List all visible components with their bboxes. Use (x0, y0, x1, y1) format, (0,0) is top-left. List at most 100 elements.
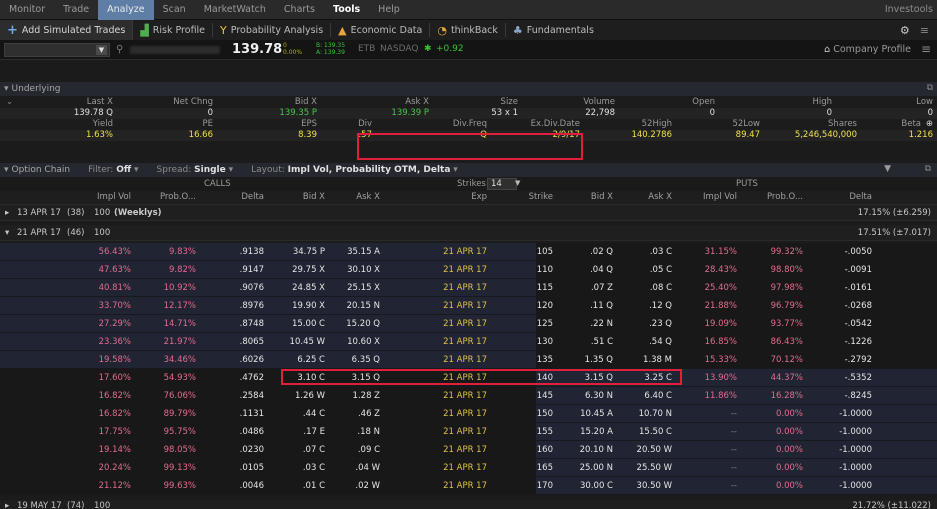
call-ask[interactable]: 10.60 X (347, 333, 380, 351)
col-put-delta[interactable]: Delta (849, 192, 872, 203)
put-ask[interactable]: .12 Q (649, 297, 672, 315)
put-ask[interactable]: 20.50 W (637, 441, 672, 459)
layout-control[interactable]: Layout: Impl Vol, Probability OTM, Delta… (247, 165, 458, 175)
expiration-row-19may17[interactable]: ▸ 19 MAY 17 (74) 100 21.72% (±11.022) (0, 500, 937, 509)
option-row[interactable]: 27.29% 14.71% .8748 15.00 C 15.20 Q 21 APR 17… (0, 315, 937, 333)
col-strike[interactable]: Strike (529, 192, 553, 203)
expiration-row-13apr17[interactable]: ▸ 13 APR 17 (38) 100 (Weeklys) 17.15% (±… (0, 205, 937, 221)
chevron-down-icon[interactable]: ▼ (515, 178, 520, 188)
gear-icon[interactable]: ⚙ (900, 24, 910, 37)
option-row[interactable]: 19.58% 34.46% .6026 6.25 C 6.35 Q 21 APR 17 13… (0, 351, 937, 369)
expand-icon[interactable]: ▸ (5, 500, 9, 509)
option-row[interactable]: 16.82% 76.06% .2584 1.26 W 1.28 Z 21 APR 17 14… (0, 387, 937, 405)
info-icon[interactable]: ⊕ (926, 119, 933, 130)
strikes-select[interactable]: 14 (487, 178, 517, 190)
put-bid[interactable]: 30.00 C (580, 477, 613, 495)
call-bid[interactable]: .03 C (303, 459, 325, 477)
call-bid[interactable]: 19.90 X (292, 297, 325, 315)
put-ask[interactable]: 25.50 W (637, 459, 672, 477)
option-row[interactable]: 23.36% 21.97% .8065 10.45 W 10.60 X 21 APR 17… (0, 333, 937, 351)
put-bid[interactable]: .22 N (590, 315, 613, 333)
put-bid[interactable]: .07 Z (591, 279, 613, 297)
option-row[interactable]: 20.24% 99.13% .0105 .03 C .04 W 21 APR 17 165 2… (0, 459, 937, 477)
economic-data-tab[interactable]: ▲ Economic Data (331, 20, 429, 40)
filter-control[interactable]: Filter: Off ▾ (84, 165, 138, 175)
risk-profile-tab[interactable]: ▟ Risk Profile (133, 20, 212, 40)
expand-icon[interactable]: ▸ (5, 205, 9, 221)
put-ask[interactable]: 30.50 W (637, 477, 672, 495)
call-ask[interactable]: 35.15 A (347, 243, 380, 261)
collapse-icon[interactable]: ▾ (5, 225, 9, 241)
menu-marketwatch[interactable]: MarketWatch (195, 0, 275, 20)
put-bid[interactable]: .11 Q (590, 297, 613, 315)
call-bid[interactable]: 15.00 C (292, 315, 325, 333)
put-ask[interactable]: .08 C (650, 279, 672, 297)
menu-scan[interactable]: Scan (154, 0, 195, 20)
call-ask[interactable]: .04 W (355, 459, 380, 477)
put-bid[interactable]: 15.20 A (580, 423, 613, 441)
put-ask[interactable]: 15.50 C (639, 423, 672, 441)
call-bid[interactable]: 1.26 W (295, 387, 325, 405)
filter-funnel-icon[interactable]: ▼ (884, 164, 891, 174)
call-bid[interactable]: 24.85 X (292, 279, 325, 297)
put-bid[interactable]: 6.30 N (585, 387, 613, 405)
chevron-down-icon[interactable]: ⌄ (6, 97, 13, 108)
option-row[interactable]: 47.63% 9.82% .9147 29.75 X 30.10 X 21 APR 17 1… (0, 261, 937, 279)
put-bid[interactable]: 3.15 Q (585, 369, 613, 387)
call-bid[interactable]: .44 C (303, 405, 325, 423)
collapse-icon[interactable]: ▾ (4, 165, 9, 175)
symbol-input[interactable]: ▼ (4, 43, 110, 57)
put-ask[interactable]: .05 C (650, 261, 672, 279)
put-bid[interactable]: 10.45 A (580, 405, 613, 423)
col-call-bid[interactable]: Bid X (303, 192, 325, 203)
underlying-section-header[interactable]: ▾ Underlying (0, 82, 937, 96)
menu-analyze[interactable]: Analyze (98, 0, 154, 20)
col-exp[interactable]: Exp (471, 192, 487, 203)
call-bid[interactable]: .01 C (303, 477, 325, 495)
col-call-ask[interactable]: Ask X (356, 192, 380, 203)
col-call-prob-otm[interactable]: Prob.O... (160, 192, 196, 203)
fundamentals-tab[interactable]: ♣ Fundamentals (506, 20, 601, 40)
call-ask[interactable]: .18 N (357, 423, 380, 441)
call-bid[interactable]: 34.75 P (293, 243, 325, 261)
option-row[interactable]: 19.14% 98.05% .0230 .07 C .09 C 21 APR 17 160 2… (0, 441, 937, 459)
add-simulated-trades-tab[interactable]: + Add Simulated Trades (0, 20, 134, 40)
call-bid[interactable]: 10.45 W (290, 333, 325, 351)
call-ask[interactable]: 30.10 X (347, 261, 380, 279)
put-bid[interactable]: .51 C (591, 333, 613, 351)
option-row[interactable]: 33.70% 12.17% .8976 19.90 X 20.15 N 21 APR 17… (0, 297, 937, 315)
option-row[interactable]: 56.43% 9.83% .9138 34.75 P 35.15 A 21 APR 17 1… (0, 243, 937, 261)
call-bid[interactable]: 3.10 C (297, 369, 325, 387)
put-bid[interactable]: 25.00 N (580, 459, 613, 477)
call-ask[interactable]: 3.15 Q (352, 369, 380, 387)
menu-tools[interactable]: Tools (324, 0, 369, 20)
option-row[interactable]: 17.60% 54.93% .4762 3.10 C 3.15 Q 21 APR 17 14… (0, 369, 937, 387)
call-ask[interactable]: .02 W (355, 477, 380, 495)
popout-icon[interactable]: ⧉ (925, 164, 931, 174)
col-put-prob-otm[interactable]: Prob.O... (767, 192, 803, 203)
call-ask[interactable]: 25.15 X (347, 279, 380, 297)
investools-link[interactable]: Investools (885, 0, 933, 20)
option-row[interactable]: 21.12% 99.63% .0046 .01 C .02 W 21 APR 17 170 3… (0, 477, 937, 495)
put-bid[interactable]: .02 Q (590, 243, 613, 261)
col-put-ask[interactable]: Ask X (648, 192, 672, 203)
call-ask[interactable]: 6.35 Q (352, 351, 380, 369)
col-put-impl-vol[interactable]: Impl Vol (703, 192, 737, 203)
call-bid[interactable]: 29.75 X (292, 261, 325, 279)
option-row[interactable]: 16.82% 89.79% .1131 .44 C .46 Z 21 APR 17 150 1… (0, 405, 937, 423)
call-ask[interactable]: .46 Z (358, 405, 380, 423)
call-bid[interactable]: .17 E (303, 423, 325, 441)
option-row[interactable]: 17.75% 95.75% .0486 .17 E .18 N 21 APR 17 155 1… (0, 423, 937, 441)
call-ask[interactable]: .09 C (358, 441, 380, 459)
put-bid[interactable]: 1.35 Q (585, 351, 613, 369)
call-bid[interactable]: 6.25 C (297, 351, 325, 369)
put-ask[interactable]: 6.40 C (644, 387, 672, 405)
col-call-impl-vol[interactable]: Impl Vol (97, 192, 131, 203)
put-ask[interactable]: .23 Q (649, 315, 672, 333)
put-ask[interactable]: .03 C (650, 243, 672, 261)
put-bid[interactable]: .04 Q (590, 261, 613, 279)
call-ask[interactable]: 15.20 Q (346, 315, 380, 333)
menu-icon[interactable]: ≡ (921, 42, 931, 56)
menu-icon[interactable]: ≡ (920, 24, 929, 37)
col-put-bid[interactable]: Bid X (591, 192, 613, 203)
